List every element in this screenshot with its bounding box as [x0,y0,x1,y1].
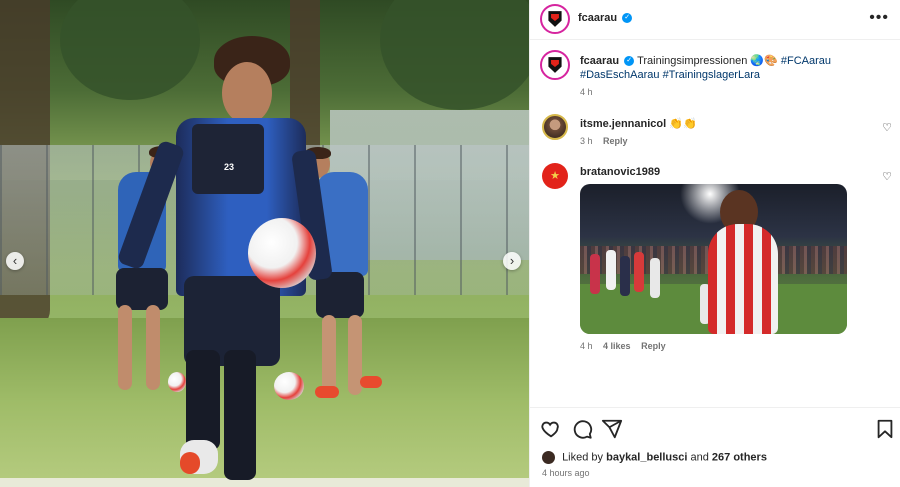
verified-icon: ✓ [622,13,633,24]
account-avatar[interactable] [540,4,570,34]
comment-1: itsme.jennanicol 👏👏 [580,117,697,130]
football [248,218,316,288]
comment-username[interactable]: itsme.jennanicol [580,118,666,130]
header-username[interactable]: fcaarau [578,12,617,24]
pitch-line [0,478,529,487]
hashtag-dasescharau[interactable]: #DasEschAarau [580,69,660,81]
posted-time[interactable]: 4 hours ago [542,468,590,478]
chevron-right-icon: › [509,253,515,268]
action-bar: Liked by baykal_bellusci and 267 others … [530,407,900,487]
comment-2: bratanovic1989 [580,166,660,178]
prev-image-button[interactable]: ‹ [6,252,24,270]
heart-icon[interactable]: ♡ [882,121,892,134]
caption-emojis: 🌏🎨 [750,55,778,67]
chevron-left-icon: ‹ [12,253,18,268]
comment-meta: 4 h 4 likes Reply [580,341,666,351]
heart-icon[interactable]: ♡ [882,170,892,183]
heart-icon[interactable] [540,418,562,440]
comment-meta: 3 h Reply [580,136,628,146]
share-icon[interactable] [601,418,623,440]
bookmark-icon[interactable] [874,418,896,440]
post-header: fcaarau ✓ ••• [530,0,900,40]
hashtag-trainingslagerlara[interactable]: #TrainingslagerLara [663,69,760,81]
comment-username[interactable]: bratanovic1989 [580,166,660,178]
fc-aarau-logo [548,57,562,73]
likes-mid: and [690,451,709,464]
comment-likes[interactable]: 4 likes [603,341,631,351]
comment-gif[interactable] [580,184,847,334]
comment-avatar[interactable] [542,114,568,140]
caption-username[interactable]: fcaarau [580,55,619,67]
more-icon[interactable]: ••• [869,9,889,27]
caption: fcaarau ✓ Trainingsimpressionen 🌏🎨 #FCAa… [580,54,880,82]
comment-text: 👏👏 [669,118,697,130]
football [168,372,186,392]
liker-avatar[interactable] [542,451,555,464]
verified-icon: ✓ [624,56,635,67]
reply-button[interactable]: Reply [641,341,666,351]
football [274,372,304,400]
star-icon: ★ [550,170,560,182]
caption-avatar[interactable] [540,50,570,80]
caption-time[interactable]: 4 h [580,87,593,97]
hashtag-fcaarau[interactable]: #FCAarau [781,55,831,67]
comment-icon[interactable] [571,418,593,440]
post-panel: fcaarau ✓ ••• fcaarau ✓ Trainingsimpress… [529,0,900,487]
post-image[interactable]: 23 ‹ › [0,0,529,487]
likes-summary: Liked by baykal_bellusci and 267 others [542,451,767,464]
comment-time[interactable]: 3 h [580,136,593,146]
likes-others[interactable]: 267 others [712,451,767,463]
reply-button[interactable]: Reply [603,136,628,146]
fc-aarau-logo [548,11,562,27]
comment-avatar[interactable]: ★ [542,163,568,189]
caption-text: Trainingsimpressionen [637,55,748,67]
liker-username[interactable]: baykal_bellusci [606,451,687,463]
jersey-number: 23 [224,162,235,172]
comment-time[interactable]: 4 h [580,341,593,351]
next-image-button[interactable]: › [503,252,521,270]
likes-prefix: Liked by [562,451,604,464]
